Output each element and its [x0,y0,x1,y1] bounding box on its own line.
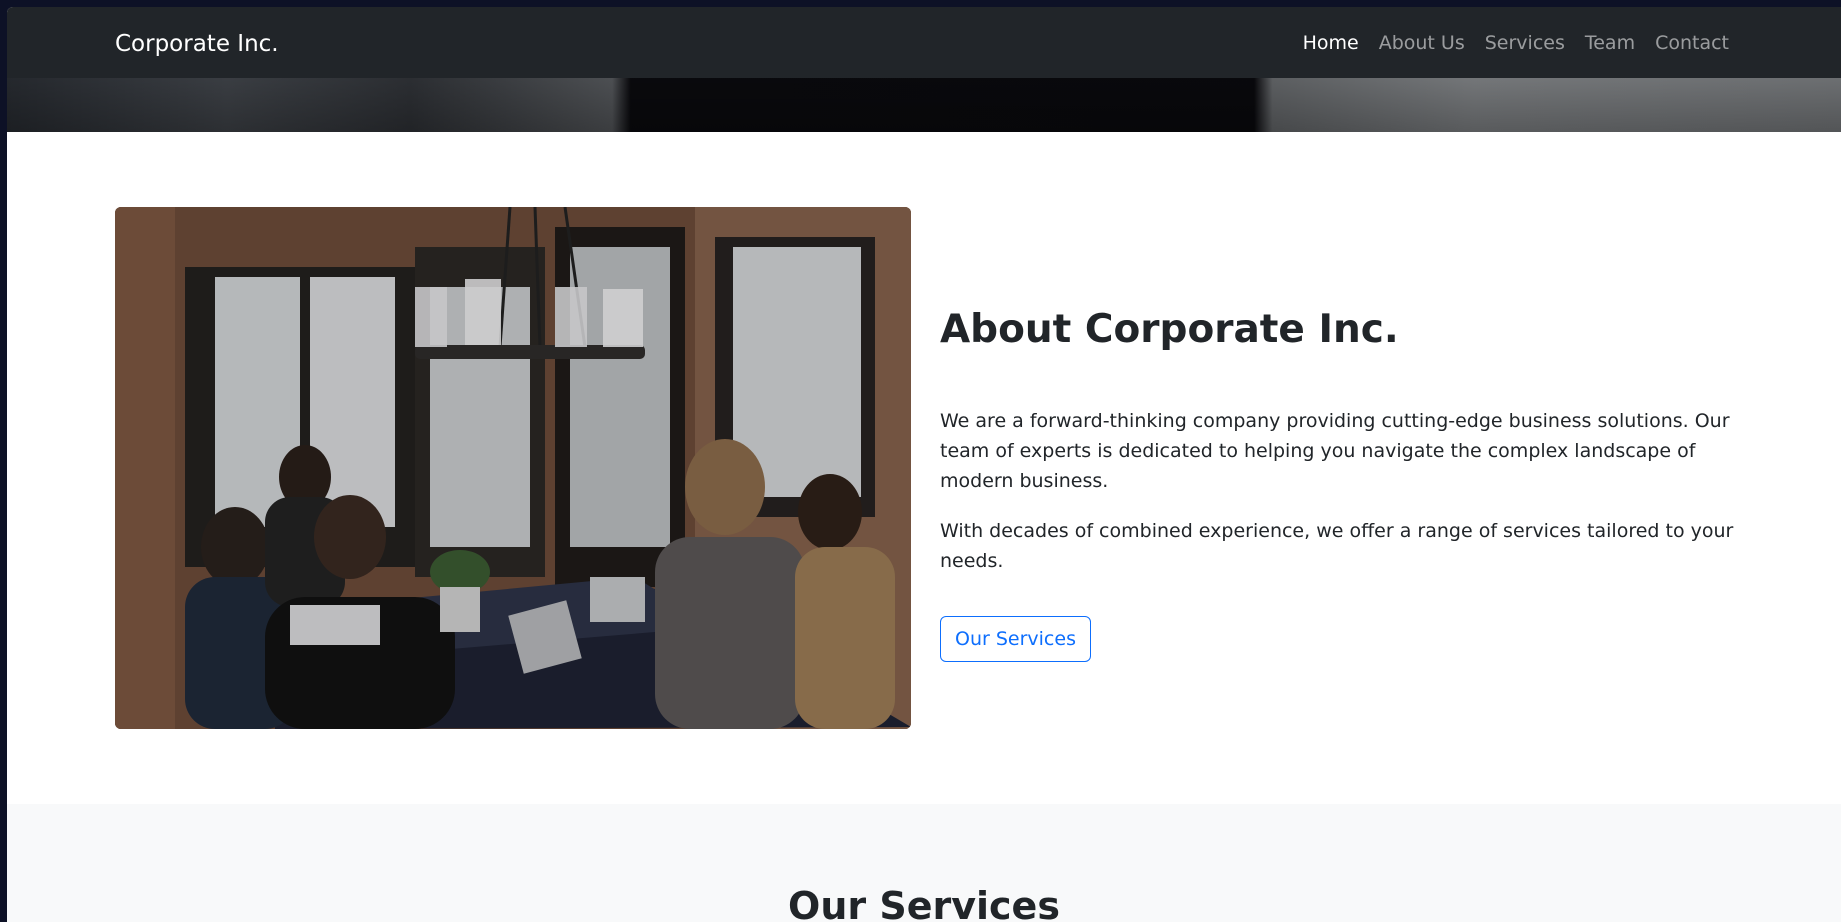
about-paragraph-2: With decades of combined experience, we … [940,519,1734,572]
about-paragraph-1: We are a forward-thinking company provid… [940,409,1730,492]
nav-link-services[interactable]: Services [1485,32,1565,54]
team-meeting-illustration [115,207,911,729]
nav-link-team[interactable]: Team [1585,32,1635,54]
nav-link-about-us[interactable]: About Us [1379,32,1465,54]
brand-logo[interactable]: Corporate Inc. [115,31,279,57]
services-section: Our Services [7,804,1841,922]
about-image [115,207,911,729]
nav-link-home[interactable]: Home [1303,32,1359,54]
browser-viewport: Corporate Inc. Home About Us Services Te… [7,7,1841,922]
about-content: About Corporate Inc. We are a forward-th… [940,307,1740,662]
services-title: Our Services [788,884,1060,922]
hero-banner-image [7,78,1841,132]
about-title: About Corporate Inc. [940,307,1399,352]
navbar: Corporate Inc. Home About Us Services Te… [7,7,1841,78]
nav-link-contact[interactable]: Contact [1655,32,1729,54]
our-services-button[interactable]: Our Services [940,615,1091,662]
nav-links: Home About Us Services Team Contact [1283,7,1729,78]
